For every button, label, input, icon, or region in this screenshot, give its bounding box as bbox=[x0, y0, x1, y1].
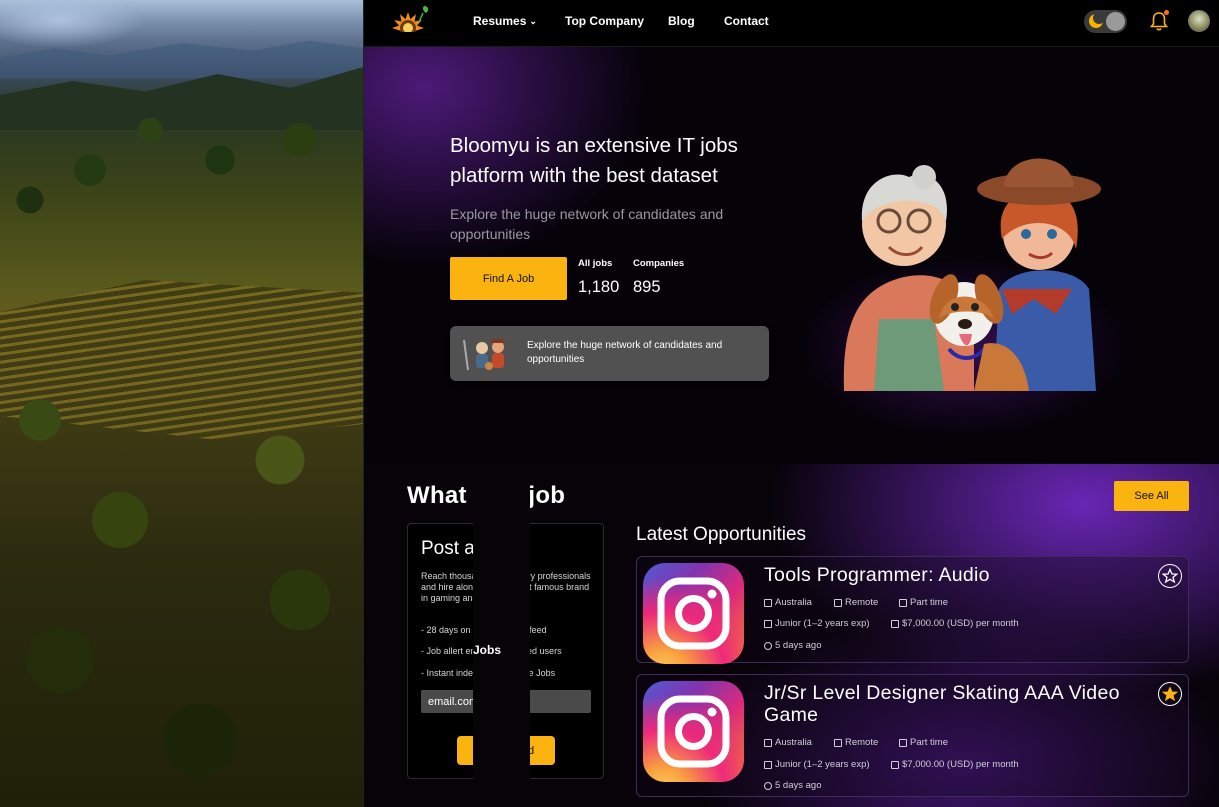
clock-icon bbox=[764, 781, 772, 790]
job-workplace-text: Remote bbox=[845, 737, 879, 748]
game-characters-illustration bbox=[843, 158, 1101, 391]
latest-opportunities-title: Latest Opportunities bbox=[636, 524, 807, 545]
job-salary: $7,000.00 (USD) per month bbox=[891, 759, 1019, 770]
toggle-knob bbox=[1106, 12, 1125, 31]
job-posted: 5 days ago bbox=[764, 780, 821, 791]
money-icon bbox=[891, 760, 899, 769]
job-workplace: Remote bbox=[834, 737, 878, 748]
hero-section: Bloomyu is an extensive IT jobs platform… bbox=[364, 47, 1219, 464]
layers-icon bbox=[764, 760, 772, 769]
promo-banner[interactable]: Explore the huge network of candidates a… bbox=[450, 326, 769, 381]
notification-bell-icon[interactable] bbox=[1149, 10, 1169, 32]
job-type-text: Part time bbox=[910, 737, 949, 748]
background-landscape-photo bbox=[0, 0, 363, 807]
favorite-star-icon[interactable] bbox=[1158, 682, 1182, 706]
job-posted: 5 days ago bbox=[764, 640, 821, 651]
job-posted-text: 5 days ago bbox=[775, 640, 822, 651]
job-workplace-text: Remote bbox=[845, 597, 879, 608]
job-location-text: Australia bbox=[775, 597, 812, 608]
nav-blog[interactable]: Blog bbox=[668, 14, 724, 28]
calendar-icon bbox=[899, 738, 907, 747]
chevron-down-icon: ⌄ bbox=[529, 15, 537, 26]
job-type: Part time bbox=[899, 597, 948, 608]
stat-all-jobs: All jobs 1,180 bbox=[578, 258, 619, 297]
building-icon bbox=[764, 738, 772, 747]
job-location: Australia bbox=[764, 597, 812, 608]
job-card[interactable]: Jr/Sr Level Designer Skating AAA Video G… bbox=[636, 674, 1189, 797]
star-outline-icon bbox=[1162, 568, 1178, 584]
instagram-logo-icon bbox=[643, 563, 744, 664]
nav-resumes-label: Resumes bbox=[473, 14, 527, 28]
promo-text: Explore the huge network of candidates a… bbox=[527, 340, 723, 365]
briefcase-icon bbox=[834, 738, 842, 747]
stat-companies: Companies 895 bbox=[633, 258, 684, 297]
find-a-job-button[interactable]: Find A Job bbox=[450, 257, 567, 300]
clock-icon bbox=[764, 641, 772, 650]
hero-subtitle: Explore the huge network of candidates a… bbox=[450, 206, 724, 242]
calendar-icon bbox=[899, 598, 907, 607]
sunflower-logo-icon[interactable] bbox=[386, 4, 434, 40]
building-icon bbox=[764, 598, 772, 607]
hero-title: Bloomyu is an extensive IT jobs platform… bbox=[450, 134, 738, 187]
job-title[interactable]: Jr/Sr Level Designer Skating AAA Video G… bbox=[764, 682, 1144, 726]
nav-jobs[interactable]: Jobs bbox=[473, 478, 530, 807]
user-avatar[interactable] bbox=[1188, 10, 1210, 32]
layers-icon bbox=[764, 619, 772, 628]
briefcase-icon bbox=[834, 598, 842, 607]
nav-contact[interactable]: Contact bbox=[724, 14, 769, 28]
theme-toggle[interactable] bbox=[1084, 10, 1127, 33]
job-workplace: Remote bbox=[834, 597, 878, 608]
website-window: Resumes ⌄ Top Company Blog Jobs Contact … bbox=[363, 0, 1219, 807]
stat-companies-label: Companies bbox=[633, 258, 685, 269]
job-location: Australia bbox=[764, 737, 812, 748]
job-card[interactable]: Tools Programmer: Audio Australia Remote… bbox=[636, 556, 1189, 664]
camera-glyph-icon bbox=[657, 577, 730, 650]
job-level: Junior (1–2 years exp) bbox=[764, 618, 870, 629]
job-salary: $7,000.00 (USD) per month bbox=[891, 618, 1019, 629]
instagram-logo-icon bbox=[643, 681, 744, 782]
job-level-text: Junior (1–2 years exp) bbox=[775, 618, 870, 629]
characters-thumbnail-icon bbox=[463, 339, 506, 371]
stat-companies-value: 895 bbox=[633, 278, 661, 296]
job-posted-text: 5 days ago bbox=[775, 780, 822, 791]
stat-all-jobs-label: All jobs bbox=[578, 258, 613, 269]
camera-glyph-icon bbox=[657, 695, 730, 768]
top-navbar: Resumes ⌄ Top Company Blog Jobs Contact bbox=[364, 0, 1219, 807]
nav-top-company[interactable]: Top Company bbox=[565, 14, 668, 28]
job-title[interactable]: Tools Programmer: Audio bbox=[764, 564, 1144, 586]
job-salary-text: $7,000.00 (USD) per month bbox=[902, 759, 1019, 770]
job-salary-text: $7,000.00 (USD) per month bbox=[902, 618, 1019, 629]
job-type: Part time bbox=[899, 737, 948, 748]
see-all-button[interactable]: See All bbox=[1114, 481, 1189, 511]
job-level: Junior (1–2 years exp) bbox=[764, 759, 870, 770]
job-type-text: Part time bbox=[910, 597, 949, 608]
job-location-text: Australia bbox=[775, 737, 812, 748]
money-icon bbox=[891, 619, 899, 628]
forest-trees bbox=[0, 0, 363, 807]
stat-all-jobs-value: 1,180 bbox=[578, 278, 620, 296]
star-filled-icon bbox=[1162, 686, 1178, 702]
notification-dot bbox=[1164, 10, 1169, 15]
nav-resumes[interactable]: Resumes ⌄ bbox=[473, 14, 565, 28]
moon-icon bbox=[1089, 12, 1105, 28]
job-level-text: Junior (1–2 years exp) bbox=[775, 759, 870, 770]
favorite-star-icon[interactable] bbox=[1158, 564, 1182, 588]
main-menu: Resumes ⌄ Top Company Blog Jobs Contact bbox=[473, 14, 769, 807]
